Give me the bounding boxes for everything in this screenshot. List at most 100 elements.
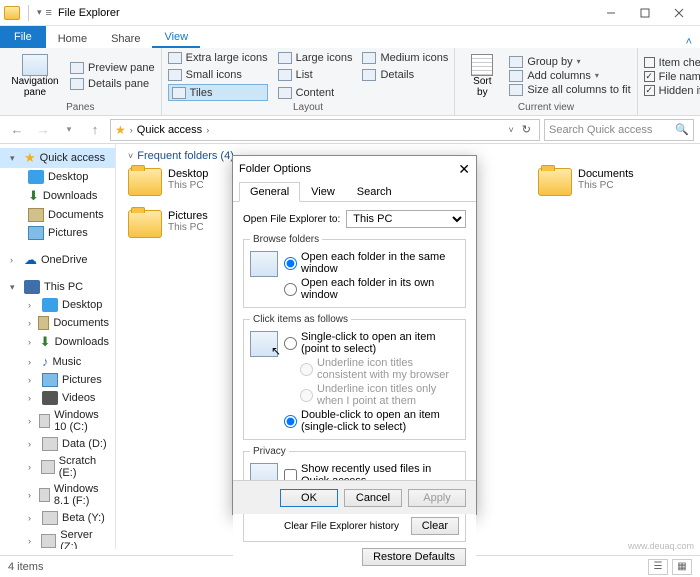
clear-button[interactable]: Clear <box>411 517 459 535</box>
search-icon: 🔍 <box>675 123 689 136</box>
double-click-radio[interactable]: Double-click to open an item (single-cli… <box>284 409 459 433</box>
apply-button[interactable]: Apply <box>408 489 466 507</box>
home-tab[interactable]: Home <box>46 30 99 48</box>
tree-documents[interactable]: Documents <box>0 206 115 224</box>
thumbnails-view-button[interactable]: ▦ <box>672 559 692 575</box>
folder-item[interactable]: DocumentsThis PC <box>538 168 688 196</box>
tree-drive-z[interactable]: ›Server (Z:) <box>0 527 115 549</box>
tree-pc-music[interactable]: ›♪Music <box>0 352 115 371</box>
view-tab[interactable]: View <box>152 28 200 48</box>
small-icons[interactable]: Small icons <box>168 67 268 82</box>
ribbon-tabs: File Home Share View ˄ <box>0 26 700 48</box>
list-view[interactable]: List <box>278 67 353 82</box>
refresh-button[interactable]: ↻ <box>518 123 535 136</box>
tree-drive-c[interactable]: ›Windows 10 (C:) <box>0 407 115 435</box>
chevron-right-icon[interactable]: › <box>206 125 209 135</box>
own-window-radio[interactable]: Open each folder in its own window <box>284 277 459 301</box>
tree-desktop[interactable]: Desktop <box>0 168 115 186</box>
collapse-ribbon-icon[interactable]: ˄ <box>678 36 700 48</box>
folder-options-dialog: Folder Options ✕ General View Search Ope… <box>232 155 477 515</box>
details-view-button[interactable]: ☰ <box>648 559 668 575</box>
restore-defaults-button[interactable]: Restore Defaults <box>362 548 466 566</box>
tree-pc-pictures[interactable]: ›Pictures <box>0 371 115 389</box>
item-checkboxes-toggle[interactable]: Item check boxes <box>644 57 700 69</box>
tree-pc-downloads[interactable]: ›⬇Downloads <box>0 332 115 352</box>
music-icon: ♪ <box>42 354 49 369</box>
details-pane-button[interactable]: Details pane <box>70 78 155 90</box>
click-items-group: Click items as follows ↖ Single-click to… <box>243 314 466 440</box>
general-tab[interactable]: General <box>239 182 300 202</box>
underline-point-radio: Underline icon titles only when I point … <box>284 383 459 407</box>
tree-drive-e[interactable]: ›Scratch (E:) <box>0 453 115 481</box>
file-tab[interactable]: File <box>0 26 46 48</box>
medium-icons[interactable]: Medium icons <box>362 50 448 65</box>
open-to-select[interactable]: This PC <box>346 210 466 228</box>
search-box[interactable]: Search Quick access 🔍 <box>544 119 694 141</box>
tree-pictures[interactable]: Pictures <box>0 224 115 242</box>
file-extensions-toggle[interactable]: ✓File name extensions <box>644 71 700 83</box>
back-button[interactable]: ← <box>6 119 28 141</box>
search-tab[interactable]: Search <box>346 182 403 202</box>
group-by-button[interactable]: Group by ▾ <box>509 56 630 68</box>
drive-icon <box>39 414 50 428</box>
navigation-pane-button[interactable]: Navigationpane <box>6 50 64 101</box>
share-tab[interactable]: Share <box>99 30 152 48</box>
tree-drive-f[interactable]: ›Windows 8.1 (F:) <box>0 481 115 509</box>
navigation-pane-icon <box>22 54 48 76</box>
dialog-title: Folder Options <box>239 163 311 175</box>
content-view[interactable]: Content <box>278 84 353 101</box>
maximize-button[interactable] <box>628 2 662 24</box>
forward-button[interactable]: → <box>32 119 54 141</box>
tree-pc-videos[interactable]: ›Videos <box>0 389 115 407</box>
same-window-radio[interactable]: Open each folder in the same window <box>284 251 459 275</box>
onedrive-icon: ☁ <box>24 252 37 268</box>
breadcrumb[interactable]: Quick access <box>137 124 202 136</box>
browse-icon <box>250 251 278 277</box>
address-bar[interactable]: ★ › Quick access › ˅ ↻ <box>110 119 540 141</box>
recent-locations-button[interactable]: ▾ <box>58 119 80 141</box>
minimize-button[interactable] <box>594 2 628 24</box>
underline-browser-radio: Underline icon titles consistent with my… <box>284 357 459 381</box>
pc-icon <box>24 280 40 294</box>
qat-menu-icon[interactable]: ≡ <box>46 7 52 19</box>
qat-dropdown-icon[interactable]: ▾ <box>37 7 42 18</box>
watermark: www.deuaq.com <box>628 541 694 551</box>
view-tab-dialog[interactable]: View <box>300 182 346 202</box>
extra-large-icons[interactable]: Extra large icons <box>168 50 268 65</box>
tiles-view[interactable]: Tiles <box>168 84 268 101</box>
details-view[interactable]: Details <box>362 67 448 82</box>
tree-drive-y[interactable]: ›Beta (Y:) <box>0 509 115 527</box>
videos-icon <box>42 391 58 405</box>
app-icon <box>4 6 20 20</box>
add-columns-button[interactable]: Add columns ▾ <box>509 70 630 82</box>
star-icon: ★ <box>115 123 126 137</box>
size-columns-button[interactable]: Size all columns to fit <box>509 84 630 96</box>
preview-pane-button[interactable]: Preview pane <box>70 62 155 74</box>
drive-icon <box>42 437 58 451</box>
hidden-items-toggle[interactable]: ✓Hidden items <box>644 85 700 97</box>
navigation-tree[interactable]: ▾★Quick access Desktop ⬇Downloads Docume… <box>0 144 116 549</box>
details-pane-icon <box>70 78 84 90</box>
panes-group: Navigationpane Preview pane Details pane… <box>0 48 162 115</box>
dialog-close-button[interactable]: ✕ <box>458 161 470 178</box>
tree-this-pc[interactable]: ▾This PC <box>0 278 115 296</box>
tree-downloads[interactable]: ⬇Downloads <box>0 186 115 206</box>
ok-button[interactable]: OK <box>280 489 338 507</box>
tree-quick-access[interactable]: ▾★Quick access <box>0 148 115 168</box>
chevron-right-icon[interactable]: › <box>130 125 133 135</box>
sort-by-button[interactable]: Sortby <box>461 50 503 101</box>
close-button[interactable] <box>662 2 696 24</box>
large-icons[interactable]: Large icons <box>278 50 353 65</box>
address-dropdown-icon[interactable]: ˅ <box>509 125 514 135</box>
documents-icon <box>28 208 44 222</box>
single-click-radio[interactable]: Single-click to open an item (point to s… <box>284 331 459 355</box>
tree-drive-d[interactable]: ›Data (D:) <box>0 435 115 453</box>
folder-icon <box>538 168 572 196</box>
tree-pc-desktop[interactable]: ›Desktop <box>0 296 115 314</box>
tree-onedrive[interactable]: ›☁OneDrive <box>0 250 115 270</box>
window-title: File Explorer <box>58 7 120 19</box>
location-bar: ← → ▾ ↑ ★ › Quick access › ˅ ↻ Search Qu… <box>0 116 700 144</box>
cancel-button[interactable]: Cancel <box>344 489 402 507</box>
tree-pc-documents[interactable]: ›Documents <box>0 314 115 332</box>
up-button[interactable]: ↑ <box>84 119 106 141</box>
